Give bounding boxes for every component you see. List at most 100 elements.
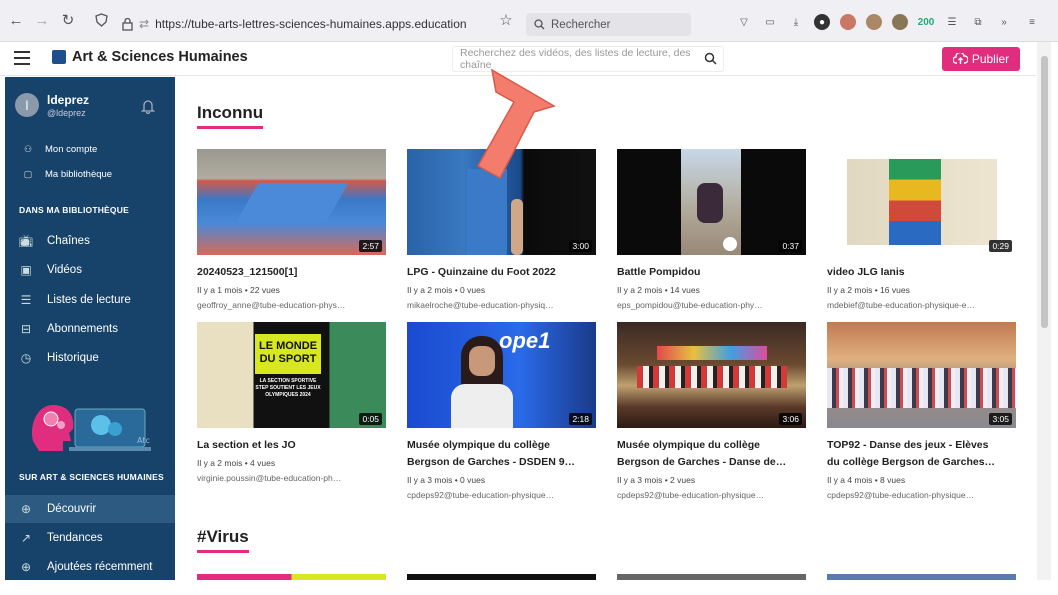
video-title[interactable]: 20240523_121500[1] (197, 264, 386, 281)
video-thumbnail[interactable]: 2:57 (197, 149, 386, 255)
cookie-icon[interactable] (892, 14, 908, 30)
video-title[interactable]: La section et les JO (197, 437, 386, 454)
sidebar-item-label: Vidéos (47, 264, 82, 276)
video-card[interactable]: 3:06 Musée olympique du collège Bergson … (617, 322, 806, 500)
video-card[interactable]: 0:37 Battle Pompidou Il y a 2 mois • 14 … (617, 149, 806, 310)
video-thumbnail[interactable] (617, 574, 806, 580)
folder-icon[interactable]: ▭ (762, 14, 778, 30)
video-card[interactable]: 2:57 20240523_121500[1] Il y a 1 mois • … (197, 149, 386, 310)
scrollbar-thumb[interactable] (1041, 56, 1048, 328)
section-title[interactable]: Inconnu (197, 103, 264, 129)
video-card[interactable]: 3:05 TOP92 - Danse des jeux - Elèves du … (827, 322, 1016, 500)
bookmark-star-icon[interactable]: ☆ (496, 10, 516, 30)
trending-icon: ↗ (20, 531, 32, 545)
video-card[interactable]: ope1 2:18 Musée olympique du collège Ber… (407, 322, 596, 500)
url-bar[interactable]: ⇄ https://tube-arts-lettres-sciences-hum… (118, 12, 518, 36)
username[interactable]: ldeprez (47, 93, 89, 107)
site-logo[interactable] (52, 50, 66, 64)
video-card[interactable]: 0:29 video JLG Ianis Il y a 2 mois • 16 … (827, 149, 1016, 310)
sidebar-item-label: Historique (47, 352, 99, 364)
video-title[interactable]: TOP92 - Danse des jeux - Elèves du collè… (827, 437, 1016, 471)
section-title[interactable]: #Virus (197, 527, 249, 553)
video-title[interactable]: Musée olympique du collège Bergson de Ga… (407, 437, 596, 471)
sidebar-item-label: Chaînes (47, 235, 90, 247)
forward-icon[interactable]: → (32, 10, 52, 30)
upload-cloud-icon (952, 53, 968, 64)
sidebar-item-label: Ajoutées récemment (47, 561, 153, 573)
video-title[interactable]: Musée olympique du collège Bergson de Ga… (617, 437, 806, 471)
section-title-text: Inconnu (197, 103, 264, 122)
sidebar-item-subscriptions[interactable]: ⊟ Abonnements (5, 320, 175, 338)
video-card[interactable]: LE MONDE DU SPORT LA SECTION SPORTIVE ST… (197, 322, 386, 483)
video-thumbnail[interactable]: 0:29 (827, 149, 1016, 255)
sliders-icon[interactable]: ☰ (944, 14, 960, 30)
thumbnail-overlay-text: ope1 (499, 328, 551, 353)
video-thumbnail[interactable]: ope1 2:18 (407, 322, 596, 428)
video-meta: Il y a 2 mois • 16 vues (827, 285, 910, 295)
extension-icon[interactable]: ● (814, 14, 830, 30)
video-thumbnail[interactable] (407, 574, 596, 580)
video-owner[interactable]: mdebief@tube-education-physique-e… (827, 300, 1016, 310)
video-owner[interactable]: cpdeps92@tube-education-physique… (407, 490, 596, 500)
sidebar-item-channels[interactable]: 📺︎ Chaînes (5, 232, 175, 250)
shield-icon[interactable] (94, 10, 108, 30)
avatar[interactable]: l (15, 93, 39, 117)
video-title[interactable]: video JLG Ianis (827, 264, 1016, 281)
back-icon[interactable]: ← (6, 10, 26, 30)
video-duration: 0:05 (359, 413, 382, 425)
sidebar-item-discover[interactable]: ⊕ Découvrir (5, 495, 175, 523)
history-icon: ◷ (20, 351, 32, 365)
bell-icon[interactable] (141, 98, 155, 114)
reload-icon[interactable]: ↻ (58, 10, 78, 30)
overflow-chevron-icon[interactable]: » (996, 14, 1012, 30)
browser-search-box[interactable]: Rechercher (526, 13, 691, 36)
counter-badge[interactable]: 200 (916, 14, 936, 30)
video-icon: ▣ (20, 263, 32, 277)
video-duration: 3:05 (989, 413, 1012, 425)
publish-button[interactable]: Publier (942, 47, 1020, 71)
hamburger-menu-icon[interactable] (14, 51, 30, 65)
search-icon[interactable] (704, 52, 717, 65)
video-owner[interactable]: cpdeps92@tube-education-physique… (617, 490, 806, 500)
sidebar-item-videos[interactable]: ▣ Vidéos (5, 261, 175, 279)
video-thumbnail[interactable]: 3:06 (617, 322, 806, 428)
sidebar-item-playlists[interactable]: ☰ Listes de lecture (5, 291, 175, 309)
video-owner[interactable]: eps_pompidou@tube-education-phy… (617, 300, 806, 310)
sidebar-item-account[interactable]: ⚇ Mon compte (5, 141, 175, 157)
sidebar-item-history[interactable]: ◷ Historique (5, 349, 175, 367)
video-thumbnail[interactable]: 0:37 (617, 149, 806, 255)
puzzle-icon[interactable]: ⧉ (970, 14, 986, 30)
permissions-icon[interactable]: ⇄ (139, 17, 149, 31)
sidebar-item-trending[interactable]: ↗ Tendances (5, 529, 175, 547)
video-owner[interactable]: virginie.poussin@tube-education-ph… (197, 473, 386, 483)
video-thumbnail[interactable]: 3:05 (827, 322, 1016, 428)
sidebar-item-library[interactable]: ▢ Ma bibliothèque (5, 166, 175, 182)
annotation-arrow-icon (476, 68, 556, 180)
download-icon[interactable]: ⤓ (788, 14, 804, 30)
video-duration: 0:37 (779, 240, 802, 252)
video-thumbnail[interactable] (197, 574, 386, 580)
lock-icon (122, 17, 133, 31)
site-heading: SUR ART & SCIENCES HUMAINES (19, 472, 164, 482)
sidebar-item-recent[interactable]: ⊕ Ajoutées récemment (5, 558, 175, 576)
cookie-icon[interactable] (866, 14, 882, 30)
video-duration: 3:06 (779, 413, 802, 425)
section-underline (197, 126, 264, 129)
video-owner[interactable]: geoffroy_anne@tube-education-phys… (197, 300, 386, 310)
video-owner[interactable]: mikaelroche@tube-education-physiq… (407, 300, 596, 310)
menu-icon[interactable]: ≡ (1024, 14, 1040, 30)
extension-icon[interactable] (840, 14, 856, 30)
video-meta: Il y a 3 mois • 0 vues (407, 475, 486, 485)
user-handle: @ldeprez (47, 108, 86, 118)
video-title[interactable]: LPG - Quinzaine du Foot 2022 (407, 264, 596, 281)
sidebar-item-label: Listes de lecture (47, 294, 131, 306)
site-title[interactable]: Art & Sciences Humaines (72, 49, 248, 65)
svg-text:Atc: Atc (137, 436, 150, 445)
video-title[interactable]: Battle Pompidou (617, 264, 806, 281)
inbox-icon: ⊟ (20, 322, 32, 336)
video-thumbnail[interactable] (827, 574, 1016, 580)
sidebar: l ldeprez @ldeprez ⚇ Mon compte ▢ Ma bibli… (5, 77, 175, 580)
video-thumbnail[interactable]: LE MONDE DU SPORT LA SECTION SPORTIVE ST… (197, 322, 386, 428)
video-owner[interactable]: cpdeps92@tube-education-physique… (827, 490, 1016, 500)
pocket-icon[interactable]: ▽ (736, 14, 752, 30)
